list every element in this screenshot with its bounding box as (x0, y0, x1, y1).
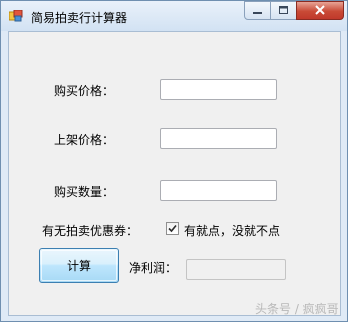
maximize-icon (279, 6, 288, 14)
buy-price-input[interactable] (160, 79, 277, 100)
app-icon (9, 10, 23, 22)
watermark: 头条号 / 疯疯哥 (255, 302, 339, 316)
net-profit-label: 净利润： (129, 261, 178, 275)
coupon-label: 有无拍卖优惠券： (42, 224, 139, 238)
minimize-button[interactable] (244, 1, 271, 20)
list-price-input[interactable] (160, 128, 277, 149)
window-title: 简易拍卖行计算器 (31, 11, 128, 25)
app-window: 简易拍卖行计算器 购买价格： 上架价格： 购买数量： 有无拍卖优惠券： 有就点，… (0, 0, 348, 322)
checkmark-icon (168, 224, 177, 233)
quantity-label: 购买数量： (54, 185, 115, 199)
list-price-label: 上架价格： (54, 133, 115, 147)
coupon-checkbox[interactable] (166, 222, 179, 235)
close-button[interactable] (296, 1, 344, 20)
close-icon (315, 5, 325, 15)
net-profit-output (186, 259, 286, 280)
maximize-button[interactable] (270, 1, 297, 20)
minimize-icon (253, 12, 262, 14)
title-bar[interactable]: 简易拍卖行计算器 (1, 1, 347, 31)
quantity-input[interactable] (160, 180, 277, 201)
calculate-button[interactable]: 计算 (39, 248, 119, 283)
coupon-checkbox-label[interactable]: 有就点，没就不点 (184, 222, 280, 239)
buy-price-label: 购买价格： (54, 84, 115, 98)
